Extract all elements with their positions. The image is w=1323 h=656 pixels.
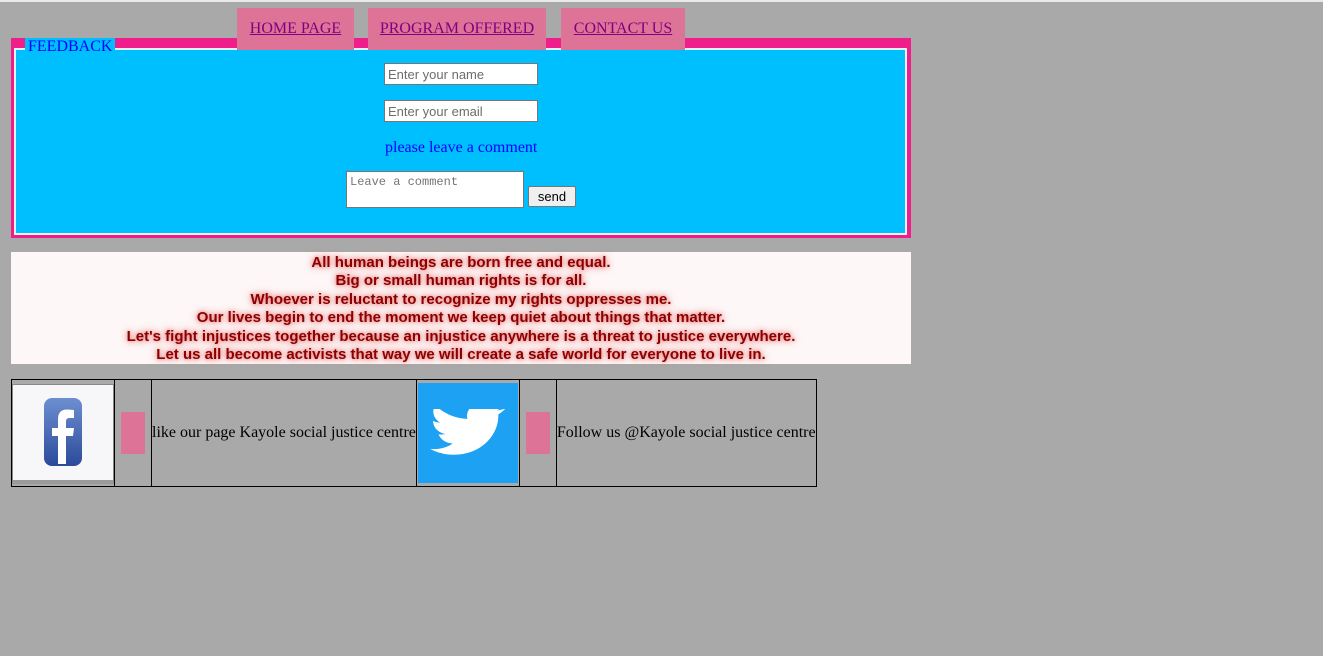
- quote-line: Let us all become activists that way we …: [156, 346, 766, 364]
- pink-marker: [525, 412, 550, 454]
- quotes-panel: All human beings are born free and equal…: [11, 252, 911, 364]
- twitter-cell: [415, 379, 520, 487]
- quote-line: Big or small human rights is for all.: [335, 272, 587, 290]
- feedback-legend: FEEDBACK: [25, 38, 116, 56]
- send-button[interactable]: send: [528, 186, 576, 207]
- email-input[interactable]: [384, 100, 538, 122]
- spacer-cell: [518, 379, 557, 487]
- contact-us-link[interactable]: CONTACT US: [574, 20, 672, 38]
- comment-label: please leave a comment: [385, 139, 538, 156]
- facebook-icon[interactable]: [12, 383, 114, 484]
- quote-line: Our lives begin to end the moment we kee…: [196, 309, 726, 327]
- twitter-text: Follow us @Kayole social justice centre: [555, 379, 817, 487]
- home-page-link[interactable]: HOME PAGE: [250, 20, 341, 38]
- social-links-table: like our page Kayole social justice cent…: [11, 379, 817, 487]
- facebook-cell: [11, 379, 115, 487]
- pink-marker: [121, 412, 145, 454]
- spacer-cell: [114, 379, 152, 487]
- twitter-icon[interactable]: [417, 383, 518, 483]
- nav-tab-contact: CONTACT US: [561, 8, 685, 50]
- nav-tab-programs: PROGRAM OFFERED: [368, 8, 546, 50]
- social-row: like our page Kayole social justice cent…: [11, 379, 817, 487]
- comment-textarea[interactable]: [346, 171, 524, 208]
- nav-tab-home: HOME PAGE: [237, 8, 354, 50]
- quote-line: Let's fight injustices together because …: [126, 327, 796, 345]
- name-input[interactable]: [384, 63, 538, 85]
- program-offered-link[interactable]: PROGRAM OFFERED: [380, 20, 534, 38]
- quote-line: All human beings are born free and equal…: [311, 254, 611, 271]
- quote-line: Whoever is reluctant to recognize my rig…: [250, 290, 672, 308]
- facebook-text: like our page Kayole social justice cent…: [151, 379, 417, 487]
